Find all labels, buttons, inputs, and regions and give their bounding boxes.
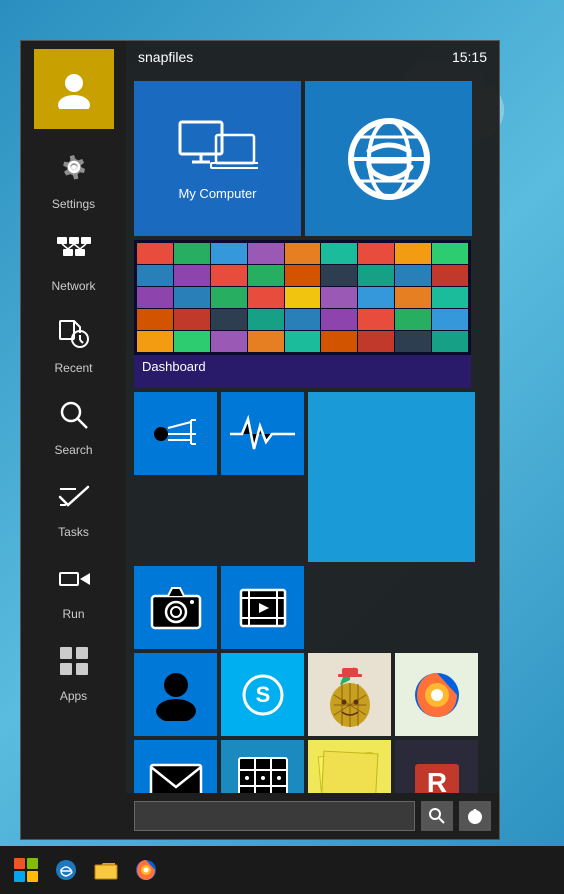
pineapple-icon (320, 660, 380, 730)
camera-icon (150, 586, 202, 630)
tasks-label: Tasks (58, 525, 89, 539)
tile-video[interactable] (221, 566, 304, 649)
taskbar-ie-icon (54, 858, 78, 882)
tile-row-3 (134, 392, 491, 562)
tile-internet-explorer[interactable] (305, 81, 472, 236)
power-icon (466, 807, 484, 825)
mail-icon (149, 761, 203, 794)
search-button-icon (429, 808, 445, 824)
tile-sticky-notes[interactable] (308, 740, 391, 793)
tile-dashboard[interactable]: Dashboard (134, 240, 471, 388)
tile-contacts[interactable] (134, 653, 217, 736)
tile-row-6: R (134, 740, 491, 793)
apps-icon (54, 641, 94, 681)
sidebar-item-run[interactable]: Run (21, 549, 126, 631)
username-label: snapfiles (138, 49, 193, 65)
contacts-icon (152, 669, 200, 721)
sidebar-item-tasks[interactable]: Tasks (21, 467, 126, 549)
search-bar-area (126, 793, 499, 839)
svg-text:S: S (255, 682, 270, 707)
taskbar (0, 846, 564, 894)
network-icon (54, 231, 94, 271)
taskbar-firefox-icon (133, 857, 159, 883)
pulse-icon (230, 414, 295, 454)
tile-calendar[interactable] (221, 740, 304, 793)
tile-large-blue[interactable] (308, 392, 475, 562)
sidebar: Settings Network (21, 41, 126, 839)
recent-icon (54, 313, 94, 353)
my-computer-label: My Computer (178, 186, 256, 201)
my-computer-icon (178, 117, 258, 182)
recent-label: Recent (54, 361, 92, 375)
tile-row-5: S (134, 653, 491, 736)
sidebar-item-network[interactable]: Network (21, 221, 126, 303)
tile-r-app[interactable]: R (395, 740, 478, 793)
search-input[interactable] (134, 801, 415, 831)
tile-mail[interactable] (134, 740, 217, 793)
menu-header: snapfiles 15:15 (126, 41, 499, 73)
sidebar-item-settings[interactable]: Settings (21, 139, 126, 221)
ie-logo-icon (339, 109, 439, 209)
sticky-front (321, 751, 379, 793)
tile-stats[interactable] (134, 392, 217, 475)
start-menu: Settings Network (20, 40, 500, 840)
tiles-container: My Computer (126, 73, 499, 793)
tile-firefox[interactable] (395, 653, 478, 736)
taskbar-start-button[interactable] (8, 852, 44, 888)
skype-icon: S (236, 668, 290, 722)
user-profile-button[interactable] (34, 49, 114, 129)
tile-skype[interactable]: S (221, 653, 304, 736)
tile-camera[interactable] (134, 566, 217, 649)
tile-row-2: Dashboard (134, 240, 491, 388)
search-label: Search (54, 443, 92, 457)
settings-label: Settings (52, 197, 95, 211)
video-icon (237, 586, 289, 630)
sidebar-item-search[interactable]: Search (21, 385, 126, 467)
settings-icon (54, 149, 94, 189)
taskbar-firefox-button[interactable] (128, 852, 164, 888)
calendar-icon (237, 756, 289, 794)
taskbar-explorer-icon (93, 859, 119, 881)
tiles-area: snapfiles 15:15 (126, 41, 499, 839)
time-display: 15:15 (452, 49, 487, 65)
svg-text:R: R (426, 767, 446, 794)
windows-logo-icon (14, 858, 38, 882)
user-avatar-icon (54, 69, 94, 109)
taskbar-file-explorer-button[interactable] (88, 852, 124, 888)
search-icon (54, 395, 94, 435)
tile-row-4 (134, 566, 491, 649)
sidebar-item-recent[interactable]: Recent (21, 303, 126, 385)
sidebar-item-apps[interactable]: Apps (21, 631, 126, 713)
apps-label: Apps (60, 689, 87, 703)
tile-row-1: My Computer (134, 81, 491, 236)
tile-pineapple[interactable] (308, 653, 391, 736)
run-icon (54, 559, 94, 599)
run-label: Run (62, 607, 84, 621)
network-label: Network (51, 279, 95, 293)
firefox-icon (408, 666, 466, 724)
r-app-icon: R (411, 756, 463, 794)
tasks-icon (54, 477, 94, 517)
search-button[interactable] (421, 801, 453, 831)
tile-my-computer[interactable]: My Computer (134, 81, 301, 236)
tile-activity[interactable] (221, 392, 304, 475)
taskbar-ie-button[interactable] (48, 852, 84, 888)
power-button[interactable] (459, 801, 491, 831)
dashboard-label: Dashboard (134, 355, 471, 378)
stats-icon (151, 414, 201, 454)
